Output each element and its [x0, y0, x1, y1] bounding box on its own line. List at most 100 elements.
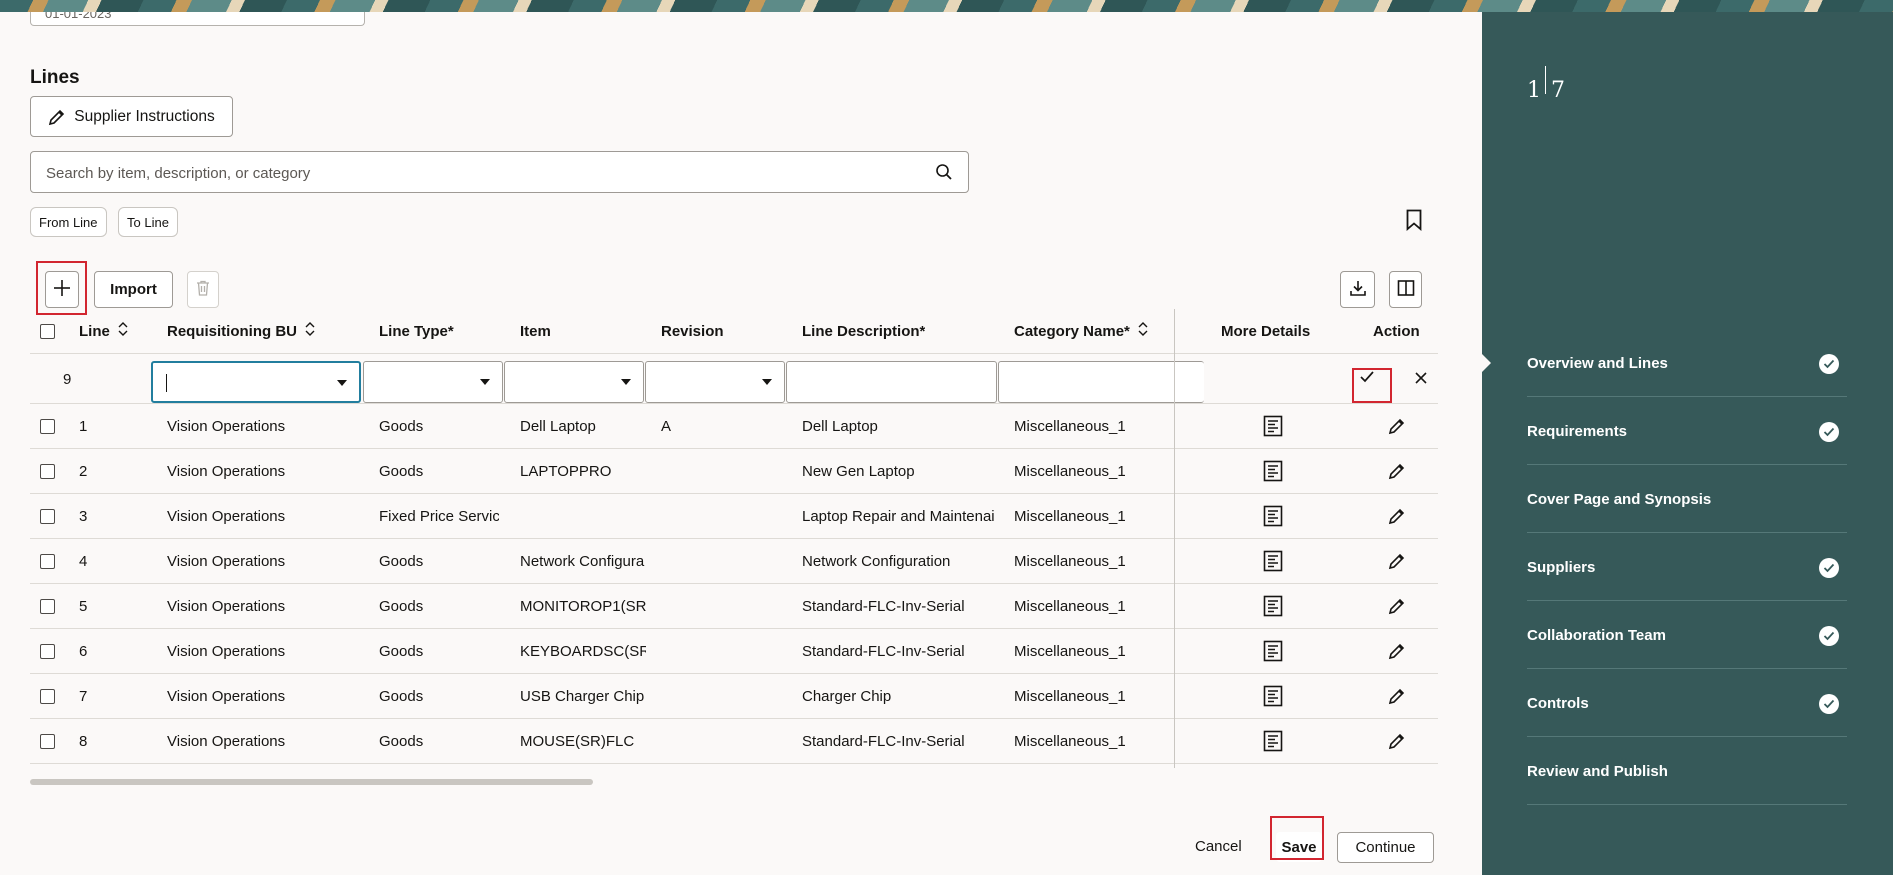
download-button[interactable]: [1340, 271, 1375, 308]
highlight-confirm-button: [1352, 368, 1392, 403]
line-number-cell: 7: [79, 687, 88, 705]
row-checkbox[interactable]: [40, 598, 55, 614]
search-icon[interactable]: [935, 163, 953, 186]
table-row[interactable]: 4 Vision Operations Goods Network Configura…: [30, 539, 1438, 584]
row-checkbox[interactable]: [40, 733, 55, 749]
edit-icon[interactable]: [1388, 584, 1406, 628]
table-row[interactable]: 6 Vision Operations Goods KEYBOARDSC(SR) Sta…: [30, 629, 1438, 674]
edit-icon[interactable]: [1388, 404, 1406, 448]
line-type-cell: Goods: [379, 417, 424, 435]
columns-button[interactable]: [1389, 271, 1422, 308]
item-cell: Network Configura: [520, 552, 645, 570]
row-checkbox[interactable]: [40, 643, 55, 659]
more-details-icon[interactable]: [1263, 584, 1283, 628]
search-input[interactable]: [46, 163, 926, 183]
column-header-revision: Revision: [661, 322, 724, 340]
completed-check-icon: [1819, 422, 1839, 442]
more-details-icon[interactable]: [1263, 539, 1283, 583]
edit-icon[interactable]: [1388, 719, 1406, 763]
train-step-item[interactable]: Suppliers: [1527, 534, 1847, 601]
line-type-cell: Goods: [379, 687, 424, 705]
cancel-line-button[interactable]: [1406, 364, 1436, 394]
requisitioning-bu-select[interactable]: [151, 361, 361, 403]
column-header-line[interactable]: Line: [79, 309, 128, 353]
to-line-filter[interactable]: To Line: [118, 207, 178, 237]
section-title: Lines: [30, 67, 80, 88]
column-header-action: Action: [1373, 322, 1420, 340]
supplier-instructions-label: Supplier Instructions: [74, 107, 215, 125]
dropdown-arrow-icon: [480, 379, 490, 385]
table-row[interactable]: 2 Vision Operations Goods LAPTOPPRO New Gen …: [30, 449, 1438, 494]
train-step-item[interactable]: Controls: [1527, 670, 1847, 737]
bu-cell: Vision Operations: [167, 597, 286, 615]
category-cell: Miscellaneous_1: [1014, 462, 1126, 480]
date-field[interactable]: 01-01-2023: [30, 12, 365, 26]
train-step-item[interactable]: Requirements: [1527, 398, 1847, 465]
bu-cell: Vision Operations: [167, 552, 286, 570]
line-type-cell: Fixed Price Service: [379, 507, 499, 525]
line-type-select[interactable]: [363, 361, 503, 403]
column-header-item: Item: [520, 322, 551, 340]
item-cell: [520, 494, 646, 538]
more-details-icon[interactable]: [1263, 629, 1283, 673]
delete-button[interactable]: [187, 271, 219, 308]
column-header-bu[interactable]: Requisitioning BU: [167, 309, 315, 353]
edit-icon[interactable]: [1388, 629, 1406, 673]
supplier-instructions-button[interactable]: Supplier Instructions: [30, 96, 233, 137]
table-row[interactable]: 5 Vision Operations Goods MONITOROP1(SR) Sta…: [30, 584, 1438, 629]
description-cell: Network Configuration: [802, 552, 951, 570]
revision-select[interactable]: [645, 361, 785, 403]
revision-cell: A: [661, 417, 672, 435]
bu-cell: Vision Operations: [167, 732, 286, 750]
table-row[interactable]: 7 Vision Operations Goods USB Charger Chip C…: [30, 674, 1438, 719]
description-cell: Dell Laptop: [802, 417, 878, 435]
bu-cell: Vision Operations: [167, 642, 286, 660]
row-checkbox[interactable]: [40, 553, 55, 569]
sort-icon: [118, 322, 128, 340]
edit-icon[interactable]: [1388, 494, 1406, 538]
train-step-label: Collaboration Team: [1527, 627, 1666, 644]
train-step-item[interactable]: Overview and Lines: [1527, 330, 1847, 397]
more-details-icon[interactable]: [1263, 404, 1283, 448]
continue-button[interactable]: Continue: [1337, 832, 1434, 863]
description-cell: Laptop Repair and Maintenai: [802, 507, 995, 525]
horizontal-scrollbar[interactable]: [30, 779, 593, 785]
line-type-cell: Goods: [379, 642, 424, 660]
item-select[interactable]: [504, 361, 644, 403]
more-details-icon[interactable]: [1263, 719, 1283, 763]
from-line-filter[interactable]: From Line: [30, 207, 107, 237]
table-row[interactable]: 8 Vision Operations Goods MOUSE(SR)FLC Stand…: [30, 719, 1438, 764]
edit-icon[interactable]: [1388, 674, 1406, 718]
row-checkbox[interactable]: [40, 418, 55, 434]
table-row[interactable]: 3 Vision Operations Fixed Price Service Lap…: [30, 494, 1438, 539]
line-description-input[interactable]: [786, 361, 997, 403]
column-header-category[interactable]: Category Name*: [1014, 309, 1148, 353]
edit-icon[interactable]: [1388, 539, 1406, 583]
row-checkbox[interactable]: [40, 688, 55, 704]
bookmark-icon[interactable]: [1406, 209, 1422, 236]
train-step-item[interactable]: Collaboration Team: [1527, 602, 1847, 669]
edit-icon[interactable]: [1388, 449, 1406, 493]
bu-cell: Vision Operations: [167, 507, 286, 525]
item-cell: LAPTOPPRO: [520, 462, 612, 480]
import-button[interactable]: Import: [94, 271, 173, 308]
row-checkbox[interactable]: [40, 508, 55, 524]
more-details-icon[interactable]: [1263, 674, 1283, 718]
highlight-save-button: [1270, 816, 1324, 860]
description-cell: New Gen Laptop: [802, 462, 915, 480]
item-cell: Dell Laptop: [520, 417, 596, 435]
cancel-button[interactable]: Cancel: [1195, 838, 1242, 855]
dropdown-arrow-icon: [762, 379, 772, 385]
more-details-icon[interactable]: [1263, 449, 1283, 493]
item-cell: MOUSE(SR)FLC: [520, 732, 635, 750]
bu-cell: Vision Operations: [167, 462, 286, 480]
select-all-checkbox[interactable]: [40, 323, 55, 339]
table-row[interactable]: 1 Vision Operations Goods Dell Laptop A Dell …: [30, 404, 1438, 449]
category-cell: Miscellaneous_1: [1014, 417, 1126, 435]
train-step-item[interactable]: Cover Page and Synopsis: [1527, 466, 1847, 533]
row-checkbox[interactable]: [40, 463, 55, 479]
more-details-icon[interactable]: [1263, 494, 1283, 538]
train-step-label: Overview and Lines: [1527, 355, 1668, 372]
train-step-item[interactable]: Review and Publish: [1527, 738, 1847, 805]
step-counter: 17: [1527, 66, 1565, 103]
